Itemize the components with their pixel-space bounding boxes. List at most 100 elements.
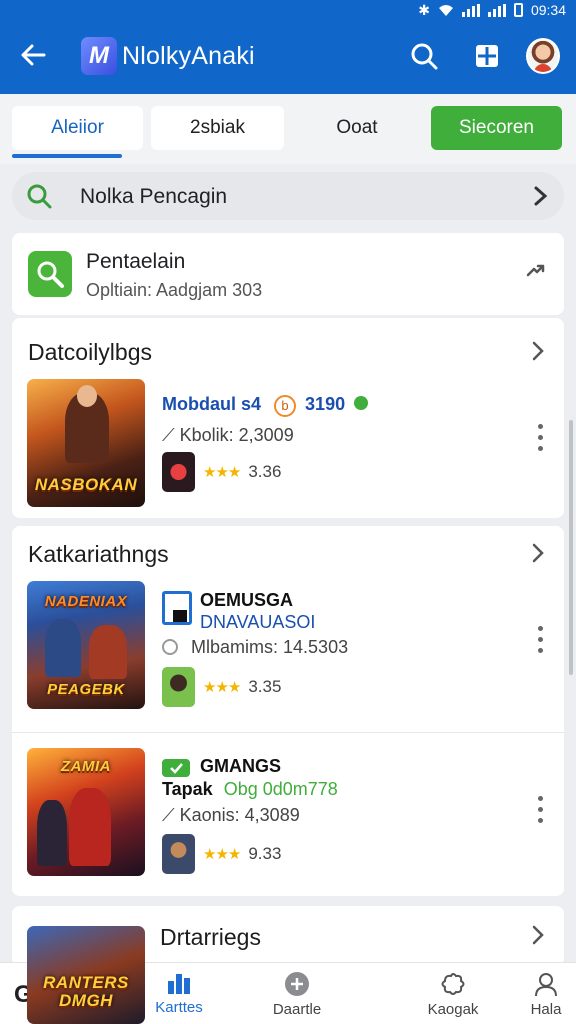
game-stat: Kaonis: 4,3089 bbox=[179, 805, 300, 825]
thumb-bottom-text: PEAGEBK bbox=[47, 681, 125, 698]
game-thumbnail-1[interactable]: NASBOKAN bbox=[27, 379, 145, 507]
promo-card[interactable]: Pentaelain Opltiain: Aadgjam 303 bbox=[12, 233, 564, 315]
rating-row: ★★★ 3.35 bbox=[162, 667, 281, 707]
back-arrow-icon bbox=[21, 44, 46, 66]
star-rating-icon: ★★★ bbox=[203, 679, 241, 696]
tab-4-button[interactable]: Siecoren bbox=[431, 106, 562, 150]
profile-avatar[interactable] bbox=[526, 38, 560, 74]
hero-head bbox=[77, 385, 97, 407]
more-options-icon[interactable] bbox=[536, 796, 544, 823]
rating-value: 9.33 bbox=[248, 844, 282, 863]
game-name[interactable]: OEMUSGA bbox=[200, 590, 293, 611]
tab-bar: Aleiior 2sbiak Ooat Siecoren bbox=[0, 94, 576, 164]
share-icon[interactable] bbox=[524, 261, 546, 283]
grid-button[interactable] bbox=[470, 38, 504, 74]
game-name[interactable]: GMANGS bbox=[200, 756, 281, 777]
game-stat-line: ⟋ Kbolik: 2,3009 bbox=[162, 425, 294, 446]
bar-chart-icon bbox=[168, 974, 190, 994]
status-bar: ✱ 09:34 bbox=[418, 0, 566, 20]
chevron-right-icon[interactable] bbox=[530, 924, 546, 946]
section-card-1: Datcoilylbgs NASBOKAN Mobdaul s4 b 3190 … bbox=[12, 318, 564, 518]
tag-icon: ⟋ bbox=[162, 805, 175, 825]
search-bar[interactable]: Nolka Pencagin bbox=[12, 172, 564, 220]
app-title: NlolkyAnaki bbox=[122, 42, 255, 70]
search-icon bbox=[27, 184, 52, 209]
search-text: Nolka Pencagin bbox=[80, 185, 228, 208]
person-icon bbox=[535, 973, 557, 997]
more-options-icon[interactable] bbox=[536, 424, 544, 451]
nav-item-1[interactable]: Karttes bbox=[134, 971, 224, 1016]
wifi-icon bbox=[438, 4, 453, 16]
check-badge-icon bbox=[162, 759, 190, 777]
star-rating-icon: ★★★ bbox=[203, 464, 241, 481]
app-bar: ✱ 09:34 M NlolkyAnaki bbox=[0, 0, 576, 94]
publisher-icon bbox=[162, 834, 195, 874]
game-thumbnail-4[interactable]: RANTERS DMGH bbox=[27, 926, 145, 1024]
add-circle-icon bbox=[285, 972, 309, 996]
hero-figure bbox=[69, 788, 111, 866]
more-options-icon[interactable] bbox=[536, 626, 544, 653]
game-stat: Kbolik: 2,3009 bbox=[179, 425, 294, 445]
scrollbar[interactable] bbox=[569, 420, 573, 675]
thumb-title: ZAMIA bbox=[61, 758, 111, 775]
grid-icon bbox=[476, 45, 498, 67]
nav-item-4[interactable]: Hala bbox=[501, 971, 576, 1018]
thumb-title: RANTERS DMGH bbox=[43, 973, 129, 1010]
promo-subtitle: Opltiain: Aadgjam 303 bbox=[86, 280, 263, 300]
game-tag-line: Tapak Obg 0d0m778 bbox=[162, 779, 338, 800]
game-stat-line: Mlbamims: 14.5303 bbox=[162, 637, 348, 658]
chevron-right-icon[interactable] bbox=[530, 542, 546, 564]
game-name-text: Mobdaul s4 bbox=[162, 394, 262, 414]
game-stat-line: ⟋ Kaonis: 4,3089 bbox=[162, 805, 300, 826]
search-button[interactable] bbox=[407, 38, 441, 74]
chevron-right-icon bbox=[534, 186, 548, 206]
game-price: 3190 bbox=[305, 394, 346, 414]
status-time: 09:34 bbox=[530, 2, 566, 18]
game-name[interactable]: Mobdaul s4 b 3190 bbox=[162, 394, 369, 417]
nav-label-4: Hala bbox=[530, 1001, 562, 1018]
bluetooth-icon: ✱ bbox=[418, 1, 430, 18]
info-icon bbox=[162, 639, 178, 655]
game-logo-icon bbox=[162, 591, 192, 625]
game-thumbnail-2[interactable]: NADENIAX PEAGEBK bbox=[27, 581, 145, 709]
thumb-title: NASBOKAN bbox=[34, 475, 138, 494]
nav-item-3[interactable]: Kaogak bbox=[408, 971, 498, 1018]
nav-item-2[interactable]: Daartle bbox=[252, 971, 342, 1018]
nav-label-3: Kaogak bbox=[427, 1001, 479, 1018]
hero-figure bbox=[45, 619, 81, 677]
promo-title: Pentaelain bbox=[86, 250, 186, 273]
signal-icon bbox=[461, 3, 480, 17]
star-rating-icon: ★★★ bbox=[203, 846, 241, 863]
price-badge: b bbox=[274, 395, 297, 417]
game-tag: Tapak bbox=[162, 779, 213, 799]
divider bbox=[12, 732, 564, 733]
game-subname: DNAVAUASOI bbox=[200, 612, 316, 632]
rating-row: ★★★ 3.36 bbox=[162, 452, 281, 492]
game-thumbnail-3[interactable]: ZAMIA bbox=[27, 748, 145, 876]
publisher-icon bbox=[162, 452, 195, 492]
section-title-1: Datcoilylbgs bbox=[28, 339, 152, 365]
game-tag-value: Obg 0d0m778 bbox=[223, 779, 338, 799]
tab-1[interactable]: Aleiior bbox=[12, 106, 143, 158]
section-title-2: Katkariathngs bbox=[28, 541, 169, 567]
rating-row: ★★★ 9.33 bbox=[162, 834, 281, 874]
tab-2[interactable]: 2sbiak bbox=[151, 106, 284, 150]
puzzle-icon bbox=[441, 973, 465, 995]
signal-icon-2 bbox=[487, 3, 506, 17]
nav-label-1: Karttes bbox=[155, 999, 203, 1016]
search-icon bbox=[411, 43, 438, 70]
nav-label-2: Daartle bbox=[272, 1001, 322, 1018]
rating-value: 3.35 bbox=[248, 677, 282, 696]
battery-icon bbox=[513, 3, 523, 17]
game-stat: Mlbamims: 14.5303 bbox=[191, 637, 349, 657]
chevron-right-icon[interactable] bbox=[530, 340, 546, 362]
magnifier-icon bbox=[28, 251, 72, 297]
section-card-2: Katkariathngs NADENIAX PEAGEBK OEMUSGA D… bbox=[12, 526, 564, 896]
publisher-icon bbox=[162, 667, 195, 707]
back-button[interactable] bbox=[16, 38, 50, 72]
verified-icon bbox=[354, 396, 369, 410]
app-logo: M bbox=[81, 37, 117, 75]
tab-3[interactable]: Ooat bbox=[292, 106, 422, 150]
section-title-3: Drtarriegs bbox=[160, 924, 261, 950]
thumb-top-text: NADENIAX bbox=[44, 593, 128, 610]
